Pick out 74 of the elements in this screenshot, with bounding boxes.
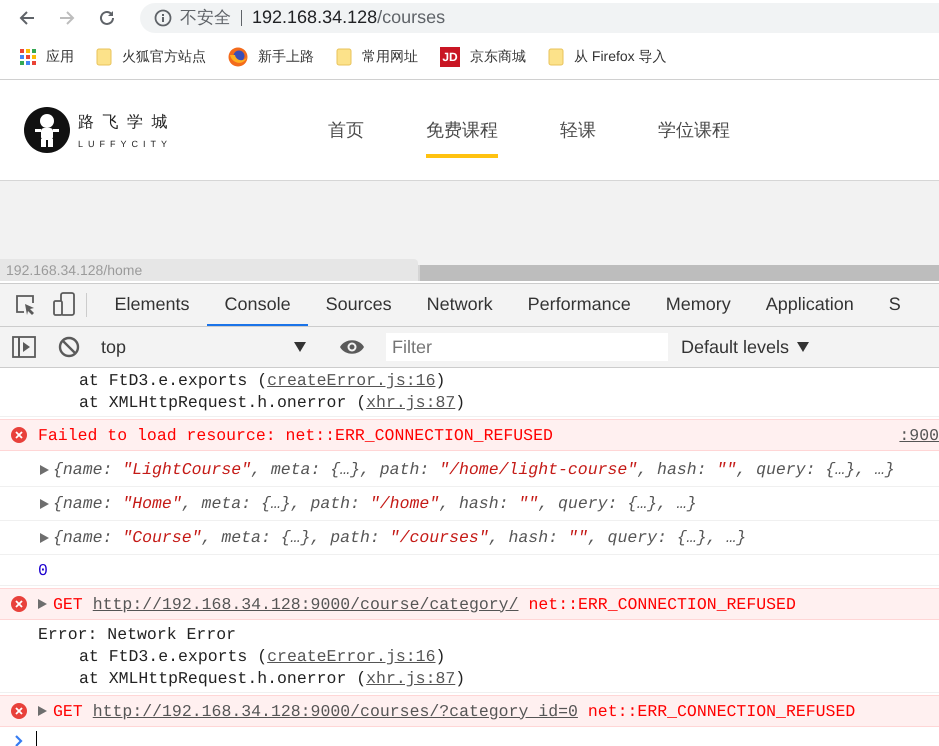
folder-icon <box>548 48 564 66</box>
levels-dropdown[interactable]: Default levels <box>681 336 810 358</box>
nav-link[interactable]: 免费课程 <box>426 102 498 158</box>
store-logo-icon: JD <box>440 47 460 67</box>
bookmark-item[interactable]: JD 京东商城 <box>440 47 526 67</box>
forward-arrow-icon <box>58 8 76 26</box>
source-link[interactable]: xhr.js:87 <box>366 393 456 412</box>
source-link[interactable]: :900 <box>899 426 939 444</box>
eye-icon[interactable] <box>339 338 365 356</box>
number-value: 0 <box>38 560 48 580</box>
folder-icon <box>96 48 112 66</box>
fox-globe-icon <box>228 47 248 67</box>
source-link[interactable]: createError.js:16 <box>267 647 436 666</box>
caret-icon <box>294 342 306 352</box>
request-url-link[interactable]: http://192.168.34.128:9000/courses/?category_id=0 <box>92 702 578 720</box>
error-text: net::ERR_CONNECTION_REFUSED <box>588 702 856 720</box>
context-select[interactable]: top <box>101 336 306 358</box>
error-icon <box>11 427 27 443</box>
expand-arrow-icon[interactable] <box>38 706 47 716</box>
source-link[interactable]: xhr.js:87 <box>366 669 456 688</box>
stack-frame-line: at XMLHttpRequest.h.onerror (xhr.js:87) <box>78 392 466 414</box>
expand-arrow-icon[interactable] <box>40 532 49 542</box>
status-url-tooltip: 192.168.34.128/home <box>0 259 418 281</box>
request-url-link[interactable]: http://192.168.34.128:9000/course/category/ <box>92 594 518 614</box>
stack-frame-line: at XMLHttpRequest.h.onerror (xhr.js:87) <box>78 668 466 690</box>
devtools-tab[interactable]: Application <box>748 284 872 326</box>
expand-arrow-icon[interactable] <box>38 599 47 609</box>
security-label: 不安全 <box>180 10 242 26</box>
bookmark-item[interactable]: 从 Firefox 导入 <box>548 48 667 66</box>
error-icon <box>11 596 27 612</box>
stack-frame-line: at FtD3.e.exports (createError.js:16) <box>78 646 446 668</box>
device-toolbar-icon[interactable] <box>52 292 76 318</box>
object-preview[interactable]: {name: "Home", meta: {…}, path: "/home", hash: "", query: {…}, …} <box>53 494 697 513</box>
devtools-tab[interactable]: Performance <box>510 284 648 326</box>
logo-subtitle: LUFFYCITY <box>78 138 172 148</box>
filter-field[interactable]: Filter <box>386 333 668 361</box>
error-icon <box>11 703 27 719</box>
bookmark-item[interactable]: 应用 <box>20 48 74 66</box>
devtools-tab[interactable]: Elements <box>97 284 208 326</box>
nav-link[interactable]: 首页 <box>328 102 364 158</box>
logo-title: 路 飞 学 城 <box>78 112 170 132</box>
object-preview[interactable]: {name: "LightCourse", meta: {…}, path: "/home/light-course", hash: "", query: {…}, …} <box>53 460 895 479</box>
info-icon[interactable] <box>154 8 172 26</box>
apps-grid-icon <box>20 49 36 65</box>
folder-icon <box>336 48 352 66</box>
reload-icon <box>98 8 116 26</box>
bookmark-item[interactable]: 新手上路 <box>228 47 314 67</box>
error-text: Error: Network Error <box>38 624 238 646</box>
expand-arrow-icon[interactable] <box>40 498 49 508</box>
object-preview[interactable]: {name: "Course", meta: {…}, path: "/courses", hash: "", query: {…}, …} <box>53 528 746 547</box>
bookmark-item[interactable]: 常用网址 <box>336 48 418 66</box>
devtools-tab[interactable]: S <box>871 284 918 326</box>
url-text: 192.168.34.128/courses <box>252 7 446 28</box>
expand-arrow-icon[interactable] <box>40 464 49 474</box>
caret-icon <box>797 342 810 352</box>
prompt-chevron-icon <box>14 734 24 746</box>
error-text: net::ERR_CONNECTION_REFUSED <box>528 594 796 614</box>
sidebar-toggle-icon[interactable] <box>12 336 36 358</box>
devtools-tab[interactable]: Memory <box>648 284 748 326</box>
address-bar[interactable]: 不安全 192.168.34.128/courses <box>140 2 939 32</box>
bookmark-item[interactable]: 火狐官方站点 <box>96 48 206 66</box>
http-method: GET <box>53 594 83 614</box>
http-method: GET <box>53 702 83 720</box>
back-arrow-icon <box>18 8 36 26</box>
devtools-tab[interactable]: Sources <box>308 284 410 326</box>
source-link[interactable]: createError.js:16 <box>267 371 436 390</box>
error-text: Failed to load resource: net::ERR_CONNECTION_REFUSED <box>38 426 553 444</box>
scrollbar-thumb[interactable] <box>420 265 939 281</box>
nav-link[interactable]: 轻课 <box>560 102 596 158</box>
logo-figure-icon <box>24 107 70 153</box>
stack-frame-line: at FtD3.e.exports (createError.js:16) <box>78 370 446 392</box>
nav-link[interactable]: 学位课程 <box>658 102 730 158</box>
clear-console-icon[interactable] <box>58 336 80 358</box>
devtools-tab[interactable]: Network <box>409 284 510 326</box>
